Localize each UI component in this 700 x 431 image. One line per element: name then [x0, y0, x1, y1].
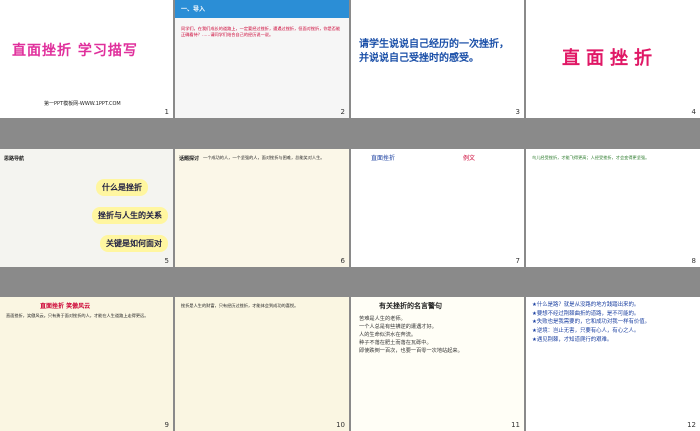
- slide-thumbnail-12[interactable]: ★什么是路？就是从没路的地方践踏出来的。 ★要想不经过荆棘曲折的道路，是不可能的…: [526, 297, 700, 431]
- slide-title: 直面挫折 笑傲风云: [40, 303, 91, 310]
- quote-list: ★什么是路？就是从没路的地方践踏出来的。 ★要想不经过荆棘曲折的道路，是不可能的…: [532, 301, 694, 344]
- slide-label: 例文: [463, 155, 476, 162]
- slide-prompt: 请学生说说自己经历的一次挫折，并说说自己受挫时的感受。: [359, 39, 509, 64]
- slide-number: 10: [336, 421, 345, 429]
- quote-item: 一个人总是有些拂逆的遭遇才好。: [359, 324, 437, 331]
- slide-number: 7: [515, 257, 520, 265]
- slide-thumbnail-5[interactable]: 思路导航 什么是挫折 挫折与人生的关系 关键是如何面对 5: [0, 149, 173, 267]
- slide-number: 12: [687, 421, 696, 429]
- slide-thumbnail-7[interactable]: 直面挫折 例文 7: [351, 149, 524, 267]
- slide-title: 直面挫折: [562, 48, 658, 69]
- quote-item: ★要想不经过荆棘曲折的道路，是不可能的。: [532, 310, 640, 317]
- sidebar-label: 思路导航: [4, 156, 25, 162]
- slide-text: 直面挫折，笑傲风云。只有勇于面对挫折的人，才能在人生道路上走得更远。: [6, 313, 149, 318]
- slide-thumbnail-11[interactable]: 有关挫折的名言警句 苦难是人生的老师。 一个人总是有些拂逆的遭遇才好。 人的生命…: [351, 297, 524, 431]
- slide-text: 同学们，在我们成长的道路上，一定要经过挫折，遭遇过挫折，但面对挫折，你是否能正确…: [181, 26, 341, 37]
- slide-number: 4: [691, 108, 696, 116]
- slide-number: 6: [340, 257, 345, 265]
- quote-item: ★什么是路？就是从没路的地方践踏出来的。: [532, 302, 640, 308]
- quote-item: ★遇见荆棘，才知道爬行的艰难。: [532, 336, 613, 343]
- slide-thumbnail-3[interactable]: 请学生说说自己经历的一次挫折，并说说自己受挫时的感受。 3: [351, 0, 524, 118]
- slide-heading: 一、导入: [181, 6, 206, 13]
- slide-number: 11: [511, 421, 520, 429]
- slide-thumbnail-8[interactable]: 鸟儿经受挫折，才能飞得更高；人经受挫折，才会变得更坚强。 8: [526, 149, 700, 267]
- slide-number: 5: [164, 257, 169, 265]
- slide-number: 3: [515, 108, 520, 116]
- quote-item: 种子不落在肥土而落在瓦砾中。: [359, 340, 432, 347]
- slide-number: 8: [691, 257, 696, 265]
- slide-footer: 第一PPT模板网-WWW.1PPT.COM: [44, 101, 121, 107]
- question-bubble: 挫折与人生的关系: [92, 207, 168, 224]
- quote-list: 苦难是人生的老师。 一个人总是有些拂逆的遭遇才好。 人的生命似洪水在奔流。 种子…: [359, 315, 517, 355]
- slide-number: 2: [340, 108, 345, 116]
- slide-thumbnail-1[interactable]: 直面挫折 学习描写 第一PPT模板网-WWW.1PPT.COM 1: [0, 0, 173, 118]
- slide-number: 1: [164, 108, 169, 116]
- slide-thumbnail-6[interactable]: 话题探讨 一个成功的人，一个坚强的人，面对挫折与困难，总能笑对人生。 6: [175, 149, 349, 267]
- quote-item: ★逆境：岂止无害，只要有心人，有心之人。: [532, 327, 640, 334]
- slide-text: 鸟儿经受挫折，才能飞得更高；人经受挫折，才会变得更坚强。: [532, 155, 650, 160]
- slide-thumbnail-4[interactable]: 直面挫折 4: [526, 0, 700, 118]
- slide-text: 一个成功的人，一个坚强的人，面对挫折与困难，总能笑对人生。: [203, 155, 325, 160]
- slide-title: 直面挫折 学习描写: [12, 43, 138, 59]
- slide-number: 9: [164, 421, 169, 429]
- quote-item: ★失败也是我需要的，它和成功对我一样有价值。: [532, 319, 651, 326]
- slide-thumbnail-9[interactable]: 直面挫折 笑傲风云 直面挫折，笑傲风云。只有勇于面对挫折的人，才能在人生道路上走…: [0, 297, 173, 431]
- slide-text: 挫折是人生的财富，只有经历过挫折，才能体会到成功的喜悦。: [181, 303, 299, 308]
- quote-item: 人的生命似洪水在奔流。: [359, 332, 417, 339]
- question-bubble: 什么是挫折: [96, 179, 148, 196]
- slide-title: 有关挫折的名言警句: [379, 302, 442, 310]
- quote-item: 即使跌倒一百次，也要一百零一次地站起来。: [359, 348, 463, 355]
- slide-title: 直面挫折: [371, 155, 396, 162]
- slide-thumbnail-2[interactable]: 一、导入 同学们，在我们成长的道路上，一定要经过挫折，遭遇过挫折，但面对挫折，你…: [175, 0, 349, 118]
- question-bubble: 关键是如何面对: [100, 235, 168, 252]
- slide-thumbnail-10[interactable]: 挫折是人生的财富，只有经历过挫折，才能体会到成功的喜悦。 10: [175, 297, 349, 431]
- sidebar-label: 话题探讨: [179, 156, 200, 162]
- quote-item: 苦难是人生的老师。: [359, 316, 406, 322]
